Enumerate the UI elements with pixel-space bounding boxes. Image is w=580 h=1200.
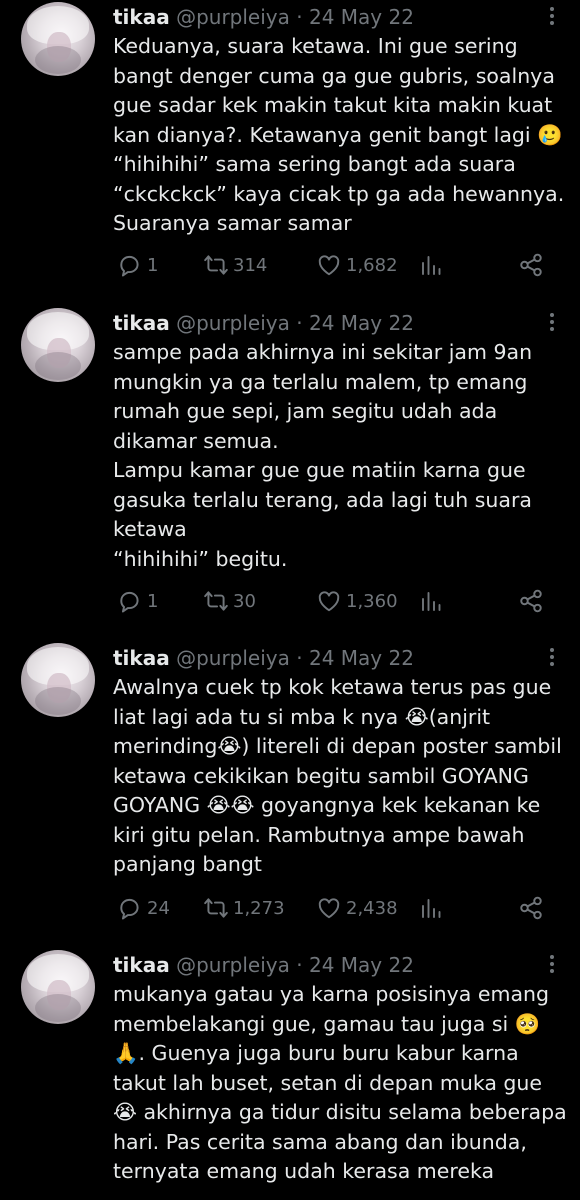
views-icon	[422, 256, 441, 275]
tweet-actions: 1 314 1,682	[113, 250, 553, 280]
like-icon	[318, 898, 340, 919]
tweet-date[interactable]: 24 May 22	[309, 646, 414, 670]
share-button[interactable]	[518, 586, 544, 616]
display-name[interactable]: tikaa	[113, 311, 170, 335]
reply-icon	[120, 255, 139, 277]
like-count: 1,360	[346, 590, 398, 612]
views-icon	[422, 592, 441, 611]
retweet-icon	[204, 898, 228, 918]
like-icon	[318, 255, 340, 276]
share-icon	[520, 253, 542, 277]
reply-icon	[120, 898, 139, 920]
tweet-header: tikaa @purpleiya · 24 May 22	[113, 643, 414, 673]
share-button[interactable]	[518, 250, 544, 280]
separator: ·	[296, 953, 303, 977]
tweet-date[interactable]: 24 May 22	[309, 5, 414, 29]
views-icon	[422, 899, 441, 918]
more-icon[interactable]	[540, 645, 564, 669]
retweet-icon	[204, 255, 228, 275]
reply-icon	[120, 591, 139, 613]
reply-button[interactable]: 1	[117, 250, 158, 280]
avatar[interactable]	[21, 2, 95, 76]
like-button[interactable]: 1,360	[316, 586, 398, 616]
handle[interactable]: @purpleiya	[176, 646, 290, 670]
handle[interactable]: @purpleiya	[176, 953, 290, 977]
views-button[interactable]	[419, 893, 443, 923]
more-icon[interactable]	[540, 4, 564, 28]
tweet-actions: 24 1,273 2,438	[113, 893, 553, 923]
avatar-shade	[35, 994, 81, 1022]
avatar[interactable]	[21, 643, 95, 717]
avatar-shade	[35, 352, 81, 380]
retweet-count: 30	[233, 590, 256, 612]
like-button[interactable]: 2,438	[316, 893, 398, 923]
separator: ·	[296, 646, 303, 670]
tweet-text: Awalnya cuek tp kok ketawa terus pas gue…	[113, 675, 562, 876]
retweet-button[interactable]: 314	[203, 250, 267, 280]
reply-count: 1	[147, 590, 159, 612]
handle[interactable]: @purpleiya	[176, 5, 290, 29]
share-button[interactable]	[518, 893, 544, 923]
retweet-count: 1,273	[233, 897, 285, 919]
display-name[interactable]: tikaa	[113, 5, 170, 29]
tweet-text: mukanya gatau ya karna posisinya emang m…	[113, 982, 567, 1183]
like-button[interactable]: 1,682	[316, 250, 398, 280]
more-icon[interactable]	[540, 310, 564, 334]
share-icon	[520, 589, 542, 613]
handle[interactable]: @purpleiya	[176, 311, 290, 335]
tweet-text: Keduanya, suara ketawa. Ini gue sering b…	[113, 34, 565, 235]
tweet-header: tikaa @purpleiya · 24 May 22	[113, 950, 414, 980]
retweet-button[interactable]: 1,273	[203, 893, 285, 923]
share-icon	[520, 896, 542, 920]
like-icon	[318, 591, 340, 612]
display-name[interactable]: tikaa	[113, 646, 170, 670]
views-button[interactable]	[419, 250, 443, 280]
avatar[interactable]	[21, 950, 95, 1024]
tweet-date[interactable]: 24 May 22	[309, 953, 414, 977]
tweet-header: tikaa @purpleiya · 24 May 22	[113, 2, 414, 32]
like-count: 1,682	[346, 254, 398, 276]
avatar[interactable]	[21, 308, 95, 382]
display-name[interactable]: tikaa	[113, 953, 170, 977]
reply-button[interactable]: 1	[117, 586, 158, 616]
tweet-header: tikaa @purpleiya · 24 May 22	[113, 308, 414, 338]
retweet-icon	[204, 591, 228, 611]
reply-button[interactable]: 24	[117, 893, 170, 923]
reply-count: 24	[147, 897, 170, 919]
tweet-text: sampe pada akhirnya ini sekitar jam 9an …	[113, 340, 533, 571]
retweet-button[interactable]: 30	[203, 586, 256, 616]
retweet-count: 314	[233, 254, 268, 276]
more-icon[interactable]	[540, 952, 564, 976]
tweet-date[interactable]: 24 May 22	[309, 311, 414, 335]
tweet-actions: 1 30 1,360	[113, 586, 553, 616]
avatar-shade	[35, 46, 81, 74]
reply-count: 1	[147, 254, 159, 276]
avatar-shade	[35, 687, 81, 715]
separator: ·	[296, 5, 303, 29]
views-button[interactable]	[419, 586, 443, 616]
like-count: 2,438	[346, 897, 398, 919]
separator: ·	[296, 311, 303, 335]
